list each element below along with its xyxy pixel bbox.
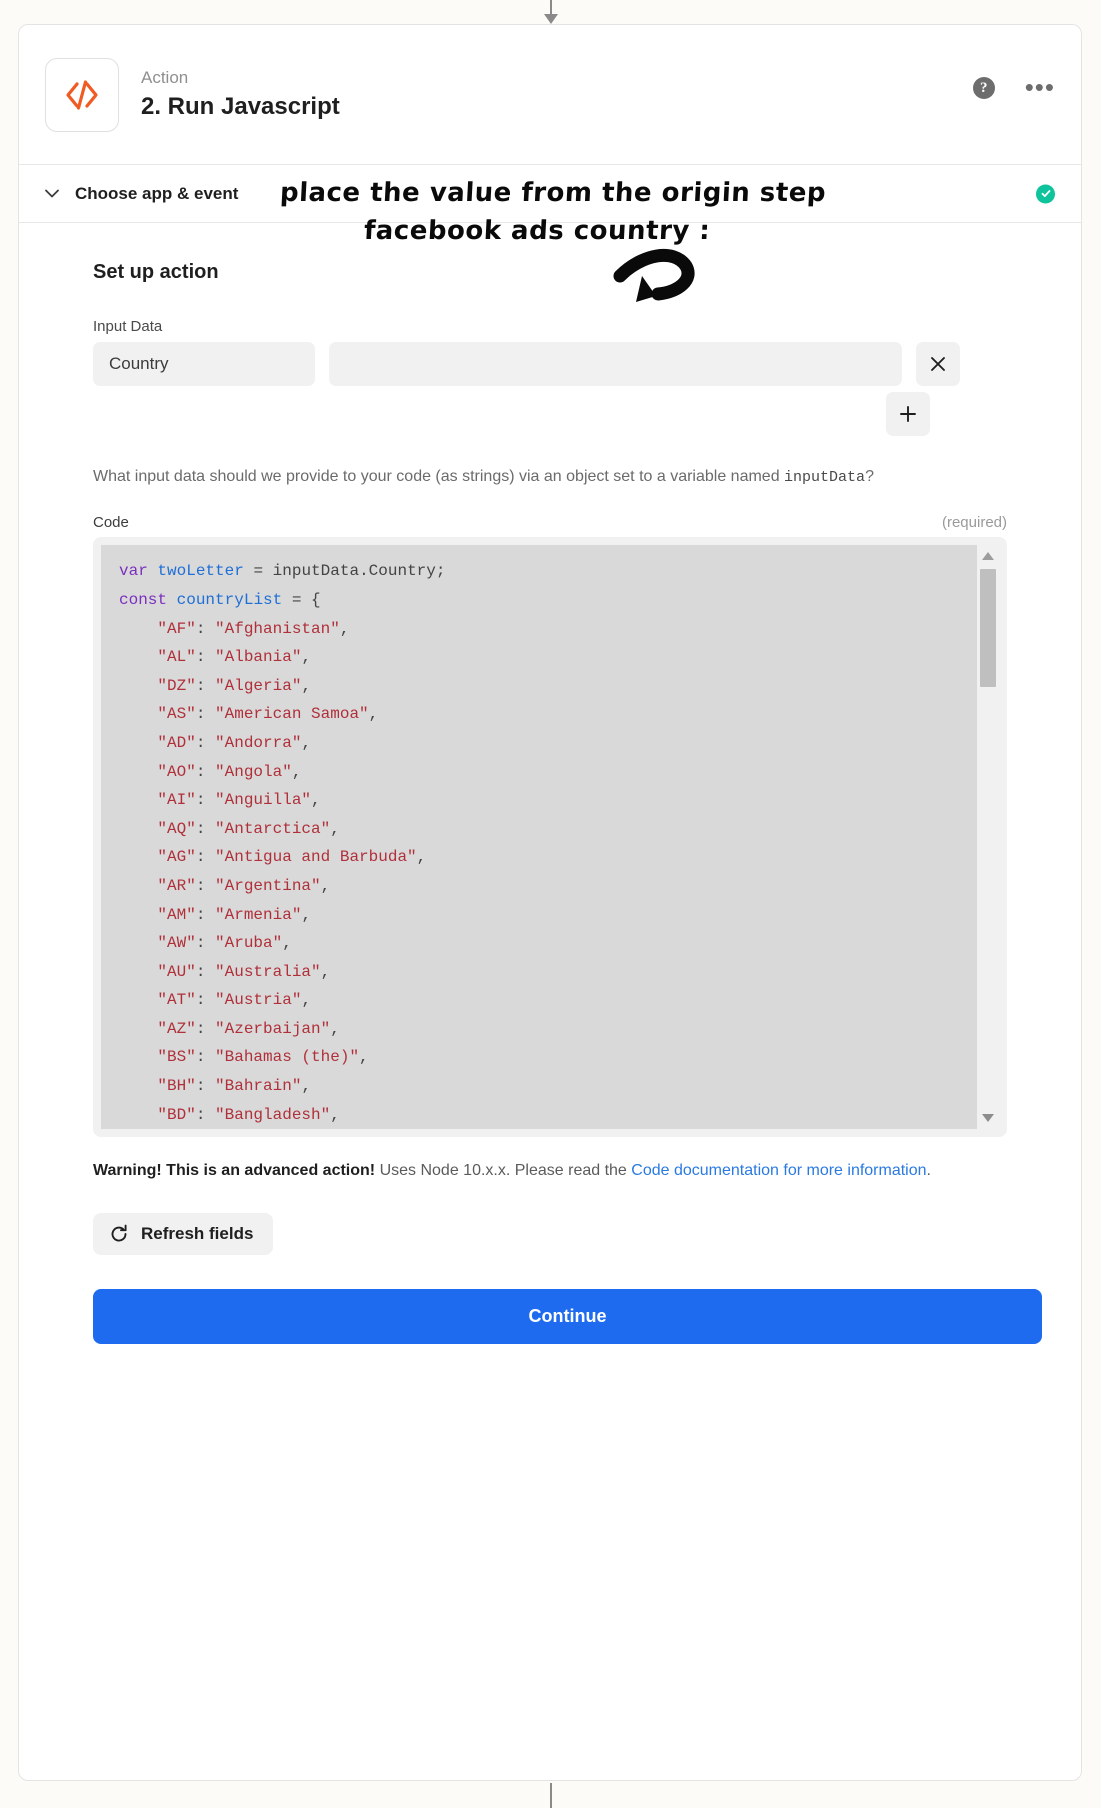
remove-input-row-button[interactable] <box>916 342 960 386</box>
refresh-icon <box>109 1224 129 1244</box>
code-line: "BS": "Bahamas (the)", <box>157 1048 369 1067</box>
warning-text: Uses Node 10.x.x. Please read the <box>375 1162 632 1180</box>
helper-text-after: ? <box>865 468 874 485</box>
step-type-label: Action <box>141 67 189 87</box>
code-field-header: Code (required) <box>93 514 1007 531</box>
header-text-block: Action 2. Run Javascript <box>141 67 340 122</box>
header-actions: ? ••• <box>972 74 1055 100</box>
code-editor-shell: var twoLetter = inputData.Country; const … <box>93 537 1007 1138</box>
input-data-helper-text: What input data should we provide to you… <box>93 466 1055 488</box>
setup-action-heading: Set up action <box>93 261 219 283</box>
chevron-down-icon <box>45 186 63 201</box>
code-label: Code <box>93 514 129 532</box>
code-required-label: (required) <box>941 514 1007 532</box>
code-line: "AS": "American Samoa", <box>157 705 379 724</box>
helper-text-before: What input data should we provide to you… <box>93 468 785 485</box>
warning-bold-text: Warning! This is an advanced action! <box>93 1162 376 1180</box>
code-brackets-icon <box>45 57 119 132</box>
code-line: "AQ": "Antarctica", <box>157 819 340 838</box>
code-line: "AF": "Afghanistan", <box>157 619 350 638</box>
code-line: var twoLetter = inputData.Country; <box>119 562 446 581</box>
card-body: Set up action Input Data What input data… <box>19 223 1081 1344</box>
scroll-up-arrow-icon[interactable] <box>982 552 994 561</box>
code-line: "AW": "Aruba", <box>157 934 292 953</box>
action-step-card: Action 2. Run Javascript ? ••• Choose ap… <box>18 24 1082 1781</box>
warning-period: . <box>926 1162 931 1180</box>
code-line: "AI": "Anguilla", <box>157 791 321 810</box>
refresh-fields-button[interactable]: Refresh fields <box>93 1212 274 1255</box>
code-line: "AU": "Australia", <box>157 962 331 981</box>
helper-text-code: inputData <box>784 469 866 486</box>
code-line: "AR": "Argentina", <box>157 876 331 895</box>
refresh-fields-label: Refresh fields <box>141 1223 254 1243</box>
section-label: Choose app & event <box>75 183 239 203</box>
input-data-value-field[interactable] <box>329 342 902 386</box>
code-content[interactable]: var twoLetter = inputData.Country; const … <box>101 545 999 1129</box>
code-line: "AT": "Austria", <box>157 991 312 1010</box>
code-line: const countryList = { <box>119 590 321 609</box>
add-row-wrapper <box>93 392 930 436</box>
code-line: "AG": "Antigua and Barbuda", <box>157 848 427 867</box>
card-header: Action 2. Run Javascript ? ••• <box>19 25 1081 165</box>
scroll-down-arrow-icon[interactable] <box>982 1114 994 1123</box>
input-data-label: Input Data <box>93 318 163 335</box>
code-editor[interactable]: var twoLetter = inputData.Country; const … <box>101 545 999 1130</box>
code-editor-scrollbar[interactable] <box>977 545 999 1130</box>
status-badge-complete <box>1036 184 1055 203</box>
add-input-row-button[interactable] <box>886 392 930 436</box>
code-line: "BD": "Bangladesh", <box>157 1105 340 1124</box>
advanced-action-warning: Warning! This is an advanced action! Use… <box>93 1159 1007 1182</box>
code-line: "DZ": "Algeria", <box>157 676 312 695</box>
more-options-icon[interactable]: ••• <box>1025 74 1055 100</box>
page-title: 2. Run Javascript <box>141 93 340 121</box>
flow-connector-bottom-line <box>550 1783 552 1808</box>
input-data-key-field[interactable] <box>93 342 315 386</box>
code-line: "AO": "Angola", <box>157 762 302 781</box>
input-data-row <box>93 342 1055 386</box>
scrollbar-thumb[interactable] <box>980 569 996 688</box>
code-line: "AL": "Albania", <box>157 648 312 667</box>
code-line: "AD": "Andorra", <box>157 733 312 752</box>
continue-button[interactable]: Continue <box>93 1288 1042 1344</box>
help-icon[interactable]: ? <box>972 77 995 99</box>
code-line: "AM": "Armenia", <box>157 905 312 924</box>
section-choose-app-event[interactable]: Choose app & event <box>19 165 1081 223</box>
code-documentation-link[interactable]: Code documentation for more information <box>631 1162 926 1179</box>
flow-connector-top-arrowhead <box>544 14 558 24</box>
code-line: "AZ": "Azerbaijan", <box>157 1019 340 1038</box>
code-line: "BH": "Bahrain", <box>157 1077 312 1096</box>
